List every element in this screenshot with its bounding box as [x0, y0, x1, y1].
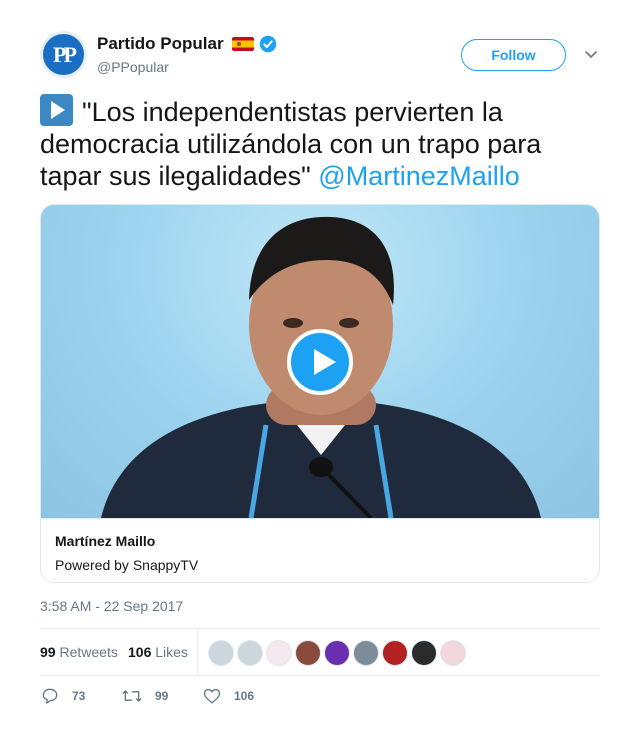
stats-divider: [197, 629, 198, 675]
retweet-button[interactable]: 99: [121, 686, 168, 706]
follow-button[interactable]: Follow: [461, 39, 566, 71]
like-button[interactable]: 106: [202, 686, 254, 706]
avatar[interactable]: [411, 640, 437, 666]
avatar[interactable]: [295, 640, 321, 666]
likes-label: Likes: [155, 644, 188, 660]
card-subtitle: Powered by SnappyTV: [55, 557, 199, 573]
avatar-logo: PP: [53, 41, 77, 67]
avatar[interactable]: [266, 640, 292, 666]
reply-count: 73: [72, 689, 86, 703]
video-card[interactable]: Martínez Maillo Powered by SnappyTV: [40, 204, 600, 583]
retweet-icon: [122, 690, 142, 702]
name-row: Partido Popular: [97, 33, 277, 55]
tweet-text: "Los independentistas pervierten la demo…: [40, 94, 600, 192]
account-name[interactable]: Partido Popular: [97, 34, 224, 54]
card-info[interactable]: Martínez Maillo Powered by SnappyTV: [41, 518, 599, 582]
play-button-emoji-icon: [40, 94, 73, 126]
tweet-actions: 73 99 106: [40, 686, 600, 710]
tweet-header: PP Partido Popular @PPopular Follow: [40, 31, 600, 79]
likes-count: 106: [128, 644, 152, 660]
retweets-stat[interactable]: 99 Retweets: [40, 644, 118, 660]
avatar[interactable]: [440, 640, 466, 666]
tweet-stats: 99 Retweets 106 Likes: [40, 628, 600, 676]
play-icon[interactable]: [287, 329, 353, 395]
chevron-down-icon[interactable]: [583, 46, 599, 62]
retweets-label: Retweets: [59, 644, 118, 660]
avatar[interactable]: [382, 640, 408, 666]
like-count: 106: [234, 689, 255, 703]
card-title: Martínez Maillo: [55, 533, 156, 549]
spain-flag-icon: [231, 37, 254, 51]
mention-link[interactable]: @MartinezMaillo: [318, 161, 519, 191]
retweet-count: 99: [155, 689, 169, 703]
retweets-count: 99: [40, 644, 56, 660]
video-player[interactable]: [41, 205, 599, 518]
avatar[interactable]: [237, 640, 263, 666]
avatar[interactable]: [353, 640, 379, 666]
account-handle[interactable]: @PPopular: [97, 59, 169, 75]
tweet-timestamp[interactable]: 3:58 AM - 22 Sep 2017: [40, 598, 183, 614]
reply-icon: [42, 688, 58, 704]
avatar[interactable]: PP: [40, 31, 87, 78]
avatar[interactable]: [324, 640, 350, 666]
liker-avatars: [208, 640, 469, 666]
reply-button[interactable]: 73: [40, 686, 85, 706]
likes-stat[interactable]: 106 Likes: [128, 644, 188, 660]
avatar[interactable]: [208, 640, 234, 666]
heart-icon: [203, 688, 221, 704]
verified-badge-icon: [259, 35, 276, 53]
